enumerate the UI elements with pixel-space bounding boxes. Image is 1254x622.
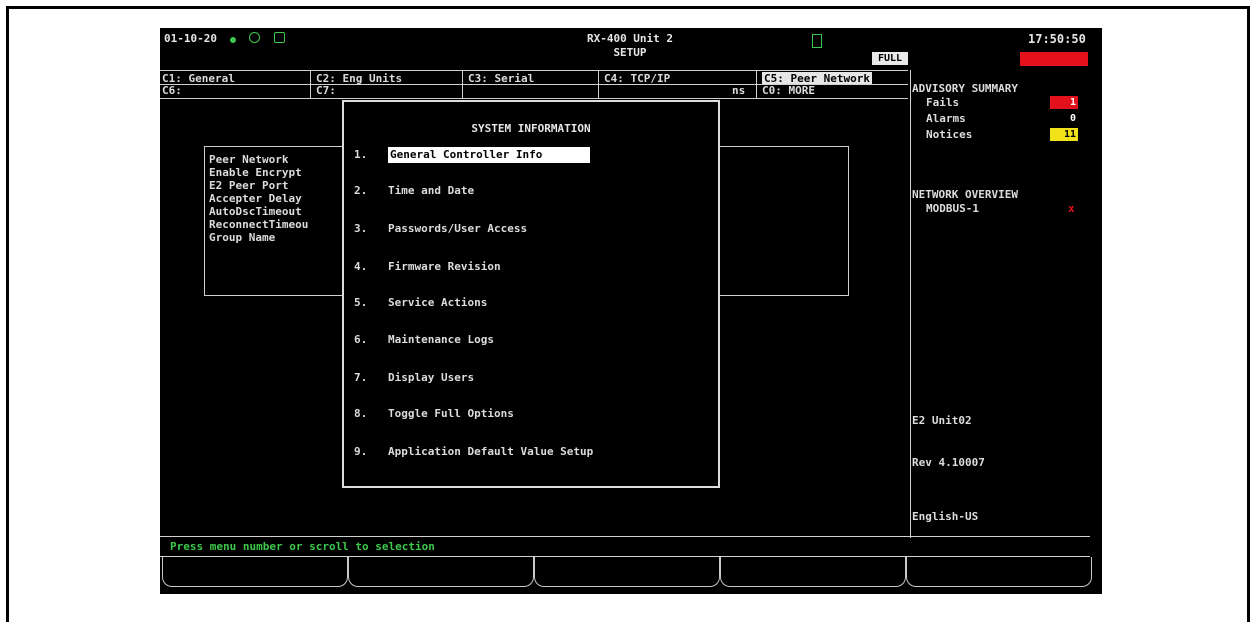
- panel-row: Enable Encrypt: [209, 166, 302, 179]
- menu-item-label: Passwords/User Access: [388, 222, 528, 235]
- controller-name: RX-400 Unit 2: [586, 32, 674, 45]
- panel-row: Peer Network: [209, 153, 289, 166]
- tabs-mid-line: [160, 84, 908, 85]
- network-icon: [248, 32, 260, 43]
- function-key-1[interactable]: [162, 557, 348, 587]
- function-key-5[interactable]: [906, 557, 1092, 587]
- sidebar-divider: [910, 70, 911, 538]
- tab-c6[interactable]: C6:: [162, 84, 182, 97]
- menu-item-maintenance-logs[interactable]: 6. Maintenance Logs: [354, 332, 494, 348]
- header-time: 17:50:50: [1028, 32, 1086, 46]
- tab-divider: [462, 70, 463, 98]
- panel-row: Group Name: [209, 231, 276, 244]
- header-date: 01-10-20: [164, 32, 217, 45]
- status-dot-icon: [230, 37, 236, 43]
- menu-item-label: General Controller Info: [388, 147, 591, 163]
- menu-item-number: 5.: [354, 296, 368, 309]
- alarms-count[interactable]: 0: [1050, 112, 1078, 125]
- menu-item-number: 1.: [354, 148, 368, 161]
- unit-name: E2 Unit02: [912, 414, 972, 427]
- controller-screen: 01-10-20 RX-400 Unit 2 SETUP FULL 17:50:…: [160, 28, 1102, 594]
- menu-item-number: 9.: [354, 445, 368, 458]
- menu-item-number: 3.: [354, 222, 368, 235]
- menu-item-service-actions[interactable]: 5. Service Actions: [354, 295, 487, 311]
- language: English-US: [912, 510, 979, 523]
- menu-item-passwords-user-access[interactable]: 3. Passwords/User Access: [354, 221, 527, 237]
- header-status-icons: [230, 32, 286, 46]
- lock-icon: [812, 34, 822, 48]
- screen-title: SETUP: [613, 46, 647, 59]
- menu-item-toggle-full-options[interactable]: 8. Toggle Full Options: [354, 406, 514, 422]
- menu-item-number: 6.: [354, 333, 368, 346]
- advisory-summary-title: ADVISORY SUMMARY: [912, 82, 1018, 95]
- panel-row: Accepter Delay: [209, 192, 302, 205]
- dialog-title: SYSTEM INFORMATION: [471, 122, 591, 135]
- network-overview-title: NETWORK OVERVIEW: [912, 188, 1018, 201]
- status-message: Press menu number or scroll to selection: [170, 540, 435, 553]
- firmware-rev: Rev 4.10007: [912, 456, 985, 469]
- tab-divider: [598, 70, 599, 98]
- network-device[interactable]: MODBUS-1: [926, 202, 979, 215]
- panel-row: AutoDscTimeout: [209, 205, 302, 218]
- full-mode-badge: FULL: [872, 52, 908, 65]
- panel-row: E2 Peer Port: [209, 179, 289, 192]
- fails-count-badge[interactable]: 1: [1050, 96, 1078, 109]
- menu-item-label: Service Actions: [388, 296, 488, 309]
- menu-item-general-controller-info[interactable]: 1. General Controller Info: [354, 147, 591, 163]
- menu-item-display-users[interactable]: 7. Display Users: [354, 370, 474, 386]
- menu-item-label: Firmware Revision: [388, 260, 501, 273]
- tabs-bottom-line: [160, 98, 908, 99]
- menu-item-label: Maintenance Logs: [388, 333, 494, 346]
- tabs-top-line: [160, 70, 908, 71]
- menu-item-number: 7.: [354, 371, 368, 384]
- tab-more[interactable]: C0: MORE: [762, 84, 815, 97]
- notices-label: Notices: [926, 128, 973, 141]
- function-key-2[interactable]: [348, 557, 534, 587]
- tab-c9-fragment[interactable]: ns: [732, 84, 745, 97]
- menu-item-firmware-revision[interactable]: 4. Firmware Revision: [354, 259, 501, 275]
- menu-item-label: Time and Date: [388, 184, 475, 197]
- tab-c7[interactable]: C7:: [316, 84, 336, 97]
- function-key-3[interactable]: [534, 557, 720, 587]
- menu-item-label: Display Users: [388, 371, 475, 384]
- network-status-icon: x: [1068, 202, 1075, 215]
- alarm-indicator[interactable]: [1020, 52, 1088, 66]
- menu-item-number: 8.: [354, 407, 368, 420]
- alarms-label: Alarms: [926, 112, 966, 125]
- status-top-line: [160, 536, 1090, 537]
- notices-count-badge[interactable]: 11: [1050, 128, 1078, 141]
- menu-item-label: Application Default Value Setup: [388, 445, 594, 458]
- menu-item-time-and-date[interactable]: 2. Time and Date: [354, 183, 474, 199]
- tab-divider: [756, 70, 757, 98]
- link-icon: [274, 32, 286, 43]
- function-key-4[interactable]: [720, 557, 906, 587]
- setup-tabs: C1: General C2: Eng Units C3: Serial C4:…: [160, 70, 908, 100]
- menu-item-number: 4.: [354, 260, 368, 273]
- menu-item-number: 2.: [354, 184, 368, 197]
- system-information-dialog: SYSTEM INFORMATION 1. General Controller …: [342, 100, 720, 488]
- tab-divider: [310, 70, 311, 98]
- menu-item-application-default-value-setup[interactable]: 9. Application Default Value Setup: [354, 444, 593, 460]
- panel-row: ReconnectTimeou: [209, 218, 309, 231]
- menu-item-label: Toggle Full Options: [388, 407, 514, 420]
- fails-label: Fails: [926, 96, 960, 109]
